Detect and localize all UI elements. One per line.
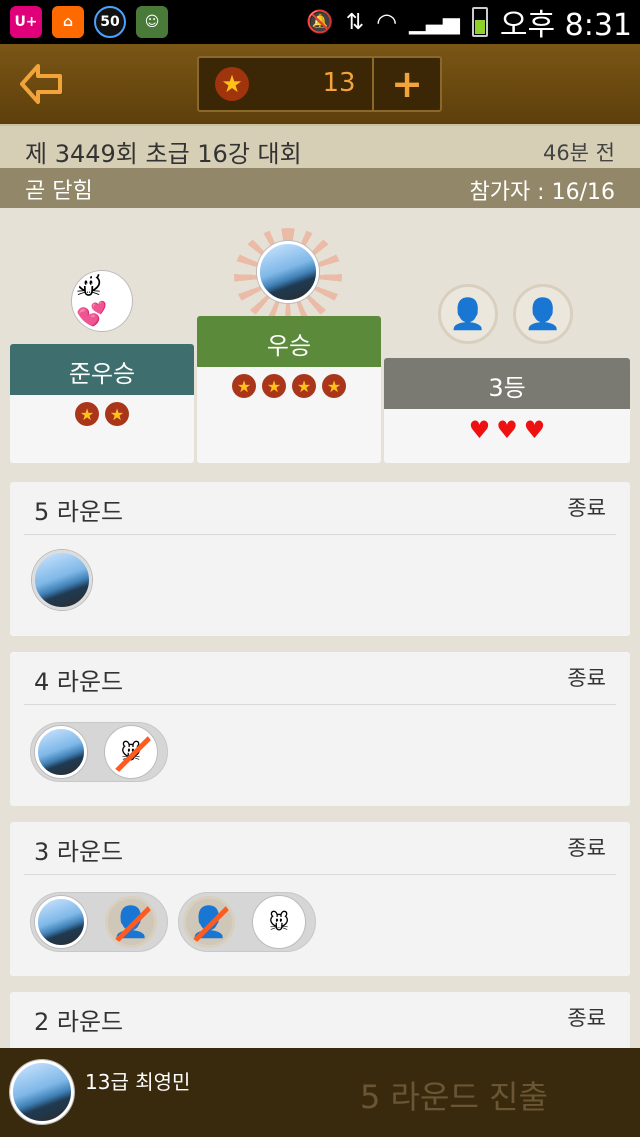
tournament-title: 제 3449회 초급 16강 대회 bbox=[25, 140, 302, 168]
wifi-icon: ◠ bbox=[376, 8, 398, 36]
coin-count: 13 bbox=[322, 68, 356, 98]
star-icon: ★ bbox=[232, 374, 256, 398]
coin-balance: ★ 13 + bbox=[197, 56, 442, 112]
eliminated-player-avatar: 👤 bbox=[183, 896, 235, 948]
third-place-avatar-1: 👤 bbox=[438, 284, 498, 344]
round-card-3[interactable]: 3 라운드 종료 👤 👤 🐭 bbox=[10, 822, 630, 976]
round-card-4[interactable]: 4 라운드 종료 🐭 bbox=[10, 652, 630, 806]
player-avatar[interactable] bbox=[32, 550, 92, 610]
round-title: 2 라운드 bbox=[34, 1008, 124, 1036]
mickey-minnie-icon: 🐭💕 bbox=[75, 271, 108, 331]
heart-icon: ♥ bbox=[496, 416, 518, 444]
person-placeholder-icon: 👤 bbox=[449, 296, 487, 332]
match-pair[interactable]: 👤 bbox=[30, 892, 168, 952]
winner-platform: 우승 ★ ★ ★ ★ bbox=[197, 316, 381, 463]
runner-up-avatar[interactable]: 🐭💕 bbox=[72, 271, 132, 331]
round-status: 종료 bbox=[567, 1006, 606, 1030]
winner-stars: ★ ★ ★ ★ bbox=[197, 374, 381, 398]
round-title: 5 라운드 bbox=[34, 498, 124, 526]
heart-icon: ♥ bbox=[523, 416, 546, 444]
divider bbox=[24, 874, 616, 875]
tournament-header: 제 3449회 초급 16강 대회 46분 전 bbox=[0, 124, 640, 168]
back-button[interactable] bbox=[18, 62, 64, 106]
notification-count-icon: 50 bbox=[94, 6, 126, 38]
clock: 오후 8:31 bbox=[499, 8, 632, 43]
advance-status: 5 라운드 진출 bbox=[360, 1078, 548, 1116]
star-icon: ★ bbox=[75, 402, 99, 426]
star-coin-icon: ★ bbox=[215, 67, 249, 101]
round-status: 종료 bbox=[567, 666, 606, 690]
tournament-status-bar: 곧 닫힘 참가자 : 16/16 bbox=[0, 168, 640, 208]
person-placeholder-icon: 👤 bbox=[524, 296, 562, 332]
home-app-icon: ⌂ bbox=[52, 6, 84, 38]
mickey-minnie-icon: 🐭 bbox=[120, 740, 142, 764]
eliminated-player-avatar: 🐭 bbox=[105, 726, 157, 778]
star-icon: ★ bbox=[322, 374, 346, 398]
uplus-app-icon: U+ bbox=[10, 6, 42, 38]
winner-avatar[interactable] bbox=[257, 241, 319, 303]
star-icon: ★ bbox=[105, 402, 129, 426]
third-place-platform: 3등 ♥ ♥ ♥ bbox=[384, 358, 630, 463]
runner-up-platform: 준우승 ★ ★ bbox=[10, 344, 194, 463]
back-arrow-icon bbox=[20, 64, 62, 104]
divider bbox=[24, 704, 616, 705]
status-bar: U+ ⌂ 50 ☺ 🔕 ⇅ ◠ ▁▃▅ 오후 8:31 bbox=[0, 0, 640, 44]
player-avatar: 🐭 bbox=[253, 896, 305, 948]
signal-icon: ▁▃▅ bbox=[409, 9, 460, 35]
round-card-5[interactable]: 5 라운드 종료 bbox=[10, 482, 630, 636]
divider bbox=[24, 534, 616, 535]
round-status: 종료 bbox=[567, 836, 606, 860]
participant-count: 참가자 : 16/16 bbox=[469, 180, 615, 205]
round-title: 4 라운드 bbox=[34, 668, 124, 696]
star-icon: ★ bbox=[292, 374, 316, 398]
round-status: 종료 bbox=[567, 496, 606, 520]
player-avatar bbox=[35, 896, 87, 948]
winner-label: 우승 bbox=[266, 332, 312, 360]
eliminated-player-avatar: 👤 bbox=[105, 896, 157, 948]
game-app-icon: ☺ bbox=[136, 6, 168, 38]
tournament-status: 곧 닫힘 bbox=[25, 179, 93, 204]
third-place-avatar-2: 👤 bbox=[513, 284, 573, 344]
player-avatar bbox=[35, 726, 87, 778]
time-ago: 46분 전 bbox=[542, 141, 615, 165]
heart-icon: ♥ bbox=[468, 416, 491, 444]
bottom-bar: 13급 최영민 5 라운드 진출 bbox=[0, 1048, 640, 1137]
person-placeholder-icon: 👤 bbox=[190, 904, 228, 940]
person-placeholder-icon: 👤 bbox=[112, 904, 150, 940]
star-icon: ★ bbox=[262, 374, 286, 398]
my-player-name: 13급 최영민 bbox=[85, 1070, 191, 1094]
third-place-hearts: ♥ ♥ ♥ bbox=[384, 416, 630, 444]
mickey-minnie-icon: 🐭 bbox=[268, 910, 290, 934]
battery-icon bbox=[471, 7, 488, 37]
match-pair[interactable]: 🐭 bbox=[30, 722, 168, 782]
runner-up-label: 준우승 bbox=[68, 360, 136, 388]
top-bar: ★ 13 + bbox=[0, 44, 640, 124]
match-pair[interactable]: 👤 🐭 bbox=[178, 892, 316, 952]
mute-icon: 🔕 bbox=[306, 9, 334, 35]
third-place-label: 3등 bbox=[488, 374, 526, 402]
my-avatar[interactable] bbox=[10, 1060, 74, 1124]
sync-icon: ⇅ bbox=[345, 9, 365, 35]
add-coin-button[interactable]: + bbox=[372, 58, 440, 110]
round-title: 3 라운드 bbox=[34, 838, 124, 866]
runner-up-stars: ★ ★ bbox=[10, 402, 194, 426]
